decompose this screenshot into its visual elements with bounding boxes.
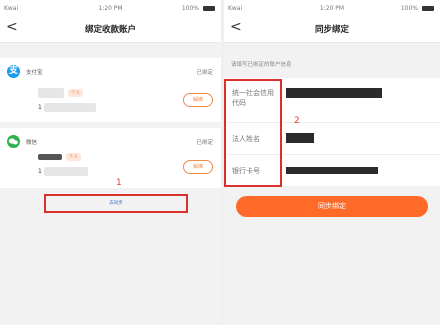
sync-now-link[interactable]: 去同步 — [109, 201, 123, 206]
form-hint: 请填写已绑定的账户信息 — [231, 62, 292, 68]
page-title: 绑定收款账户 — [84, 25, 136, 35]
callout-number-1: 1 — [116, 178, 122, 188]
nav-bar: < 同步绑定 — [224, 16, 440, 43]
page-title: 同步绑定 — [314, 25, 349, 35]
wechat-logo-icon — [7, 135, 20, 148]
sync-bind-button[interactable]: 同步绑定 — [236, 196, 428, 217]
alipay-unbind-button[interactable]: 解绑 — [183, 93, 213, 107]
status-bar: Kwai 1:20 PM 100% — [224, 0, 440, 16]
labels-highlight-box — [224, 79, 282, 187]
callout-number-2: 2 — [294, 116, 300, 126]
battery-percent: 100% — [181, 5, 199, 12]
battery-icon — [203, 6, 215, 11]
alipay-personal-tag: 个人 — [68, 89, 83, 97]
alipay-name: 支付宝 — [26, 70, 43, 76]
wechat-bound-status: 已绑定 — [196, 140, 213, 146]
alipay-account-redacted — [44, 103, 96, 112]
alipay-name-redacted — [38, 88, 64, 98]
wechat-personal-tag: 个人 — [66, 153, 81, 161]
wechat-name: 微信 — [26, 140, 38, 146]
alipay-account-prefix: 1 — [38, 104, 42, 111]
legal-name-value-redacted — [286, 133, 314, 143]
bank-card-value-redacted — [286, 167, 378, 174]
sync-notice-banner: 去同步 — [44, 194, 188, 213]
alipay-account-card: 支 支付宝 已绑定 个人 1 解绑 — [0, 58, 221, 122]
bind-accounts-screen: Kwai 1:20 PM 100% < 绑定收款账户 支 支付宝 已绑定 个人 … — [0, 0, 221, 325]
wechat-account-prefix: 1 — [38, 168, 42, 175]
alipay-logo-icon: 支 — [7, 65, 20, 78]
wechat-unbind-button[interactable]: 解绑 — [183, 160, 213, 174]
battery-icon — [422, 6, 434, 11]
wechat-account-card: 微信 已绑定 个人 1 解绑 — [0, 128, 221, 188]
status-bar: Kwai 1:20 PM 100% — [0, 0, 221, 16]
wechat-name-redacted — [38, 154, 62, 160]
alipay-bound-status: 已绑定 — [196, 70, 213, 76]
credit-code-value-redacted — [286, 88, 382, 98]
nav-bar: < 绑定收款账户 — [0, 16, 221, 43]
battery-percent: 100% — [400, 5, 418, 12]
wechat-account-redacted — [44, 167, 88, 176]
